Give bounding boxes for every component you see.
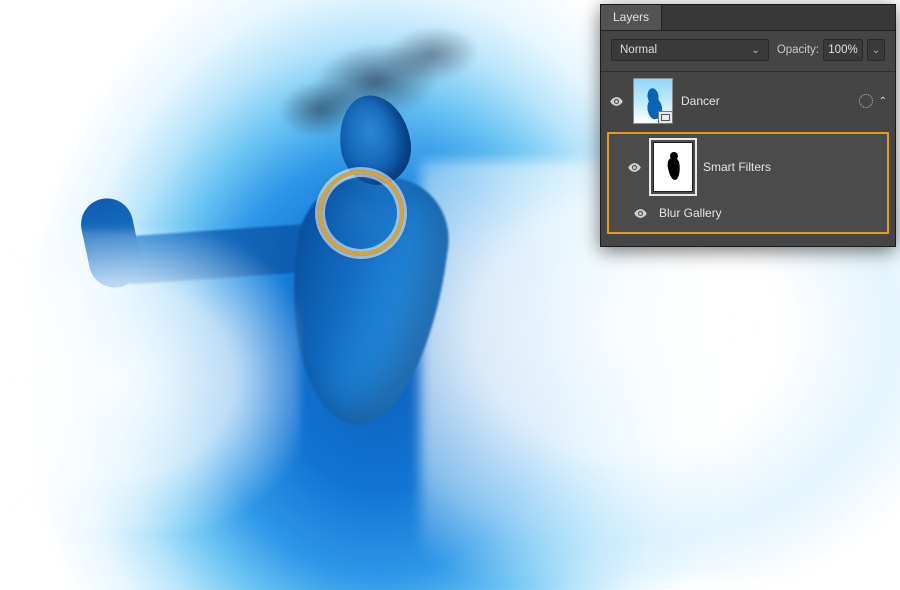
collapse-toggle[interactable]: ⌃ [879,96,887,107]
eye-icon [627,160,642,175]
image-content [109,222,332,285]
smart-filters-row[interactable]: Smart Filters [609,134,887,198]
blend-mode-select[interactable]: Normal ⌄ [611,39,769,61]
layers-panel-body: Normal ⌄ Opacity: 100% ⌄ Dancer [601,31,895,246]
layer-list: Dancer ⌃ Smart Filters [601,72,895,246]
filter-mask-thumbnail[interactable] [653,142,693,192]
visibility-toggle[interactable] [607,92,625,110]
opacity-control: Opacity: 100% ⌄ [777,39,885,61]
opacity-stepper[interactable]: ⌄ [867,39,885,61]
layer-name[interactable]: Dancer [681,94,851,108]
chevron-down-icon: ⌄ [872,45,880,56]
visibility-toggle[interactable] [631,204,649,222]
image-content [76,194,146,293]
eye-icon [609,94,624,109]
layer-row-dancer[interactable]: Dancer ⌃ [601,72,895,130]
layer-controls: Normal ⌄ Opacity: 100% ⌄ [601,31,895,72]
blend-mode-value: Normal [620,44,657,56]
eye-icon [633,206,648,221]
smart-object-icon [658,111,673,124]
filter-name[interactable]: Blur Gallery [659,206,722,220]
filter-effects-icon[interactable] [859,94,873,108]
filter-item-row[interactable]: Blur Gallery [609,198,887,232]
layer-row-actions: ⌃ [859,94,887,108]
layer-thumbnail[interactable] [633,78,673,124]
smart-filters-label: Smart Filters [703,160,771,174]
opacity-value-field[interactable]: 100% [823,39,863,61]
tab-layers[interactable]: Layers [601,5,662,30]
opacity-label: Opacity: [777,44,819,56]
blur-gallery-pin[interactable] [318,170,404,256]
smart-filters-group: Smart Filters Blur Gallery [607,132,889,234]
visibility-toggle[interactable] [625,158,643,176]
chevron-down-icon: ⌄ [751,45,759,56]
panel-tabstrip: Layers [601,5,895,31]
mask-content [667,152,681,182]
layers-panel: Layers Normal ⌄ Opacity: 100% ⌄ [600,4,896,247]
